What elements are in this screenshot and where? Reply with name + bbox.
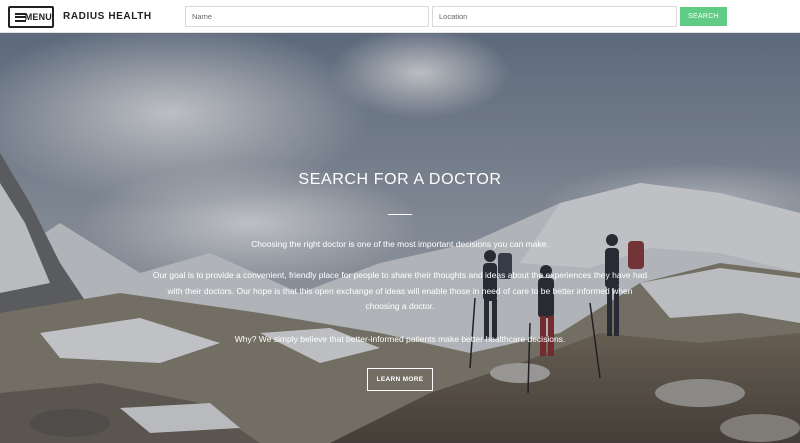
hero-title: SEARCH FOR A DOCTOR: [298, 171, 502, 188]
hero-paragraph-goal: Our goal is to provide a convenient, fri…: [152, 270, 648, 311]
menu-button[interactable]: MENU: [8, 6, 54, 28]
top-navbar: MENU RADIUS HEALTH SEARCH: [0, 0, 800, 33]
search-button[interactable]: SEARCH: [680, 7, 727, 26]
menu-label: MENU: [24, 12, 52, 22]
hero-section: SEARCH FOR A DOCTOR Choosing the right d…: [0, 33, 800, 443]
hero-paragraph-why: Why? We simply believe that better-infor…: [234, 334, 566, 344]
hero-paragraph-intro: Choosing the right doctor is one of the …: [251, 239, 549, 249]
title-divider: [388, 214, 412, 215]
hamburger-icon: [15, 12, 26, 22]
location-search-input[interactable]: [432, 6, 677, 27]
brand-logo-text[interactable]: RADIUS HEALTH: [63, 11, 152, 22]
name-search-input[interactable]: [185, 6, 429, 27]
learn-more-button[interactable]: LEARN MORE: [367, 368, 433, 391]
